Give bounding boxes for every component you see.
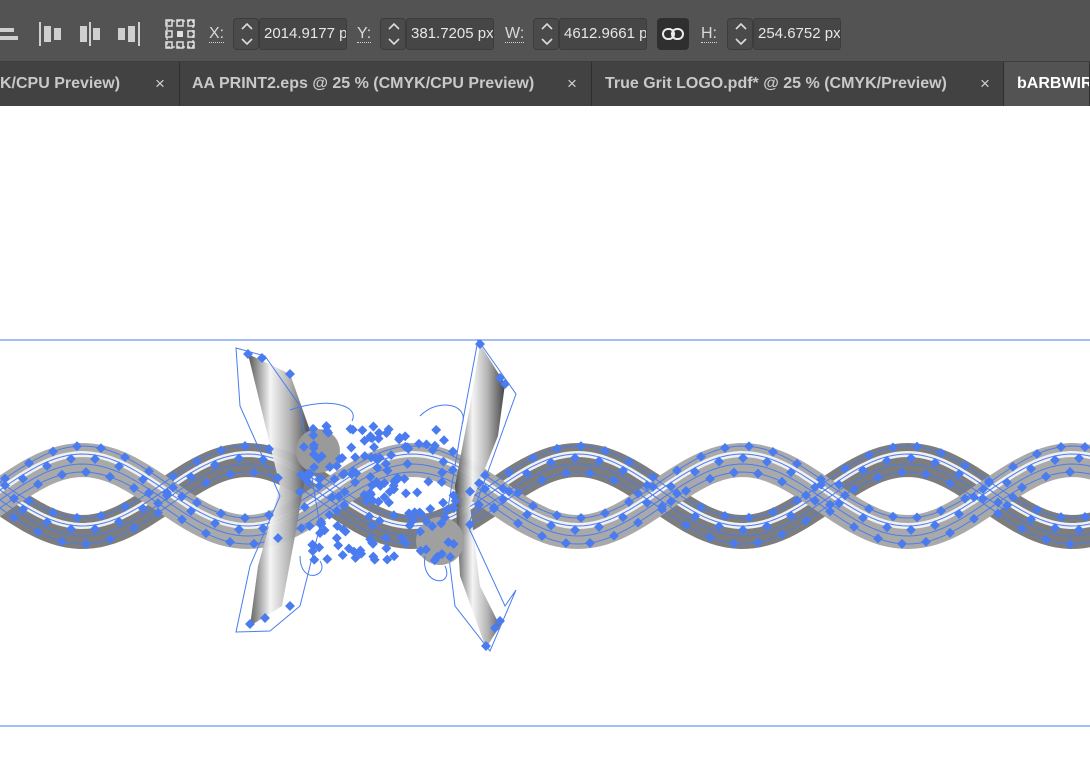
tab-label: True Grit LOGO.pdf* @ 25 % (CMYK/Preview…	[605, 75, 947, 92]
anchor-point[interactable]	[333, 540, 344, 551]
anchor-point[interactable]	[346, 442, 357, 453]
close-icon[interactable]: ×	[567, 62, 577, 106]
anchor-point[interactable]	[412, 487, 423, 498]
h-field[interactable]: 254.6752 px	[753, 18, 841, 50]
distribute-left-icon[interactable]	[38, 18, 64, 50]
document-tab-bar: K/CPU Preview) × AA PRINT2.eps @ 25 % (C…	[0, 62, 1090, 106]
y-label: Y:	[357, 25, 372, 43]
tab-aa-print2[interactable]: AA PRINT2.eps @ 25 % (CMYK/CPU Preview) …	[180, 62, 592, 106]
distribute-right-icon[interactable]	[115, 18, 141, 50]
w-label: W:	[505, 25, 525, 43]
constrain-proportions-button[interactable]	[657, 18, 689, 50]
w-field[interactable]: 4612.9661 p	[559, 18, 647, 50]
anchor-point[interactable]	[337, 550, 348, 561]
tab-true-grit-logo[interactable]: True Grit LOGO.pdf* @ 25 % (CMYK/Preview…	[592, 62, 1004, 106]
anchor-points[interactable]	[0, 339, 1090, 651]
tab-label: bARBWIR	[1017, 75, 1090, 92]
link-icon	[662, 28, 684, 40]
tab-cpu-preview[interactable]: K/CPU Preview) ×	[0, 62, 180, 106]
anchor-point[interactable]	[373, 433, 384, 444]
control-bar: X: 2014.9177 p Y: 381.7205 px W: 4612.96…	[0, 0, 1090, 62]
anchor-point[interactable]	[331, 533, 342, 544]
anchor-point[interactable]	[431, 424, 442, 435]
x-field[interactable]: 2014.9177 p	[259, 18, 347, 50]
tab-barbwire[interactable]: bARBWIR	[1004, 62, 1090, 106]
w-stepper[interactable]	[533, 18, 559, 50]
h-stepper[interactable]	[727, 18, 753, 50]
anchor-point[interactable]	[400, 488, 411, 499]
close-icon[interactable]: ×	[980, 62, 990, 106]
tab-label: AA PRINT2.eps @ 25 % (CMYK/CPU Preview)	[192, 75, 535, 92]
anchor-point[interactable]	[357, 425, 368, 436]
anchor-point[interactable]	[439, 435, 449, 446]
y-field[interactable]: 381.7205 px	[406, 18, 494, 50]
tab-label: K/CPU Preview)	[0, 75, 121, 92]
close-icon[interactable]: ×	[155, 62, 165, 106]
barbed-wire-artwork[interactable]	[0, 106, 1090, 775]
h-label: H:	[701, 25, 717, 43]
reference-point-icon[interactable]	[165, 18, 195, 50]
align-left-icon[interactable]	[0, 18, 20, 50]
y-stepper[interactable]	[380, 18, 406, 50]
distribute-center-icon[interactable]	[77, 18, 103, 50]
anchor-point[interactable]	[368, 421, 379, 432]
x-label: X:	[209, 25, 225, 43]
anchor-point[interactable]	[322, 554, 333, 565]
artboard-canvas[interactable]	[0, 106, 1090, 775]
anchor-point[interactable]	[285, 601, 295, 611]
x-stepper[interactable]	[233, 18, 259, 50]
